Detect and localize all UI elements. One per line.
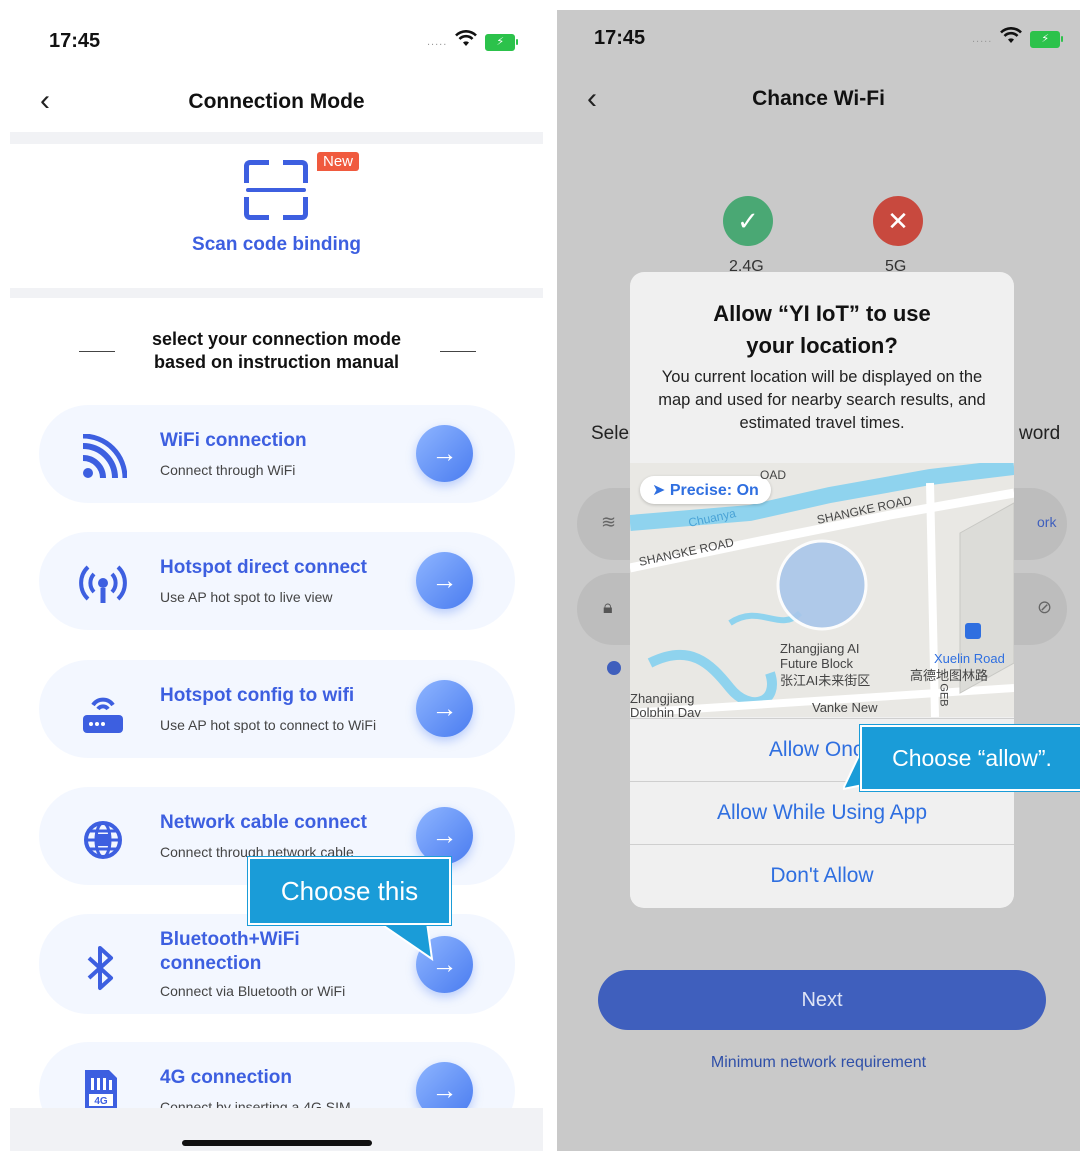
scan-frame-icon [244, 160, 308, 220]
instruction-callout: Choose “allow”. [860, 725, 1080, 791]
map-label: Vanke New [812, 700, 878, 715]
map-label: Dolphin Day [630, 705, 701, 717]
mode-title: Hotspot direct connect [160, 557, 367, 578]
signal-dots-icon: ..... [972, 33, 993, 45]
arrow-right-icon[interactable]: → [416, 680, 473, 737]
wifi-status-icon [455, 30, 478, 54]
arrow-right-icon[interactable]: → [416, 425, 473, 482]
divider [10, 132, 543, 144]
hotspot-icon [79, 561, 127, 605]
alert-title-line1: Allow “YI IoT” to use [713, 301, 931, 326]
globe-network-icon [79, 816, 123, 860]
instruction-callout: Choose this [248, 857, 451, 925]
svg-text:4G: 4G [94, 1096, 108, 1107]
bg-select-text: Sele [591, 423, 630, 444]
map-label: Zhangjiang [630, 691, 695, 706]
map-label: Future Block [780, 656, 853, 671]
status-time: 17:45 [49, 30, 101, 52]
mode-title-line1: Bluetooth+WiFi [160, 929, 300, 950]
sim-card-icon: 4G [79, 1066, 123, 1110]
mode-title: WiFi connection [160, 430, 307, 451]
mode-hotspot-direct[interactable]: Hotspot direct connect Use AP hot spot t… [39, 532, 515, 630]
status-icons: ..... ⚡ [972, 27, 1064, 51]
battery-icon: ⚡ [1030, 30, 1064, 48]
dont-allow-button[interactable]: Don't Allow [630, 844, 1014, 907]
wifi-status-icon [1000, 27, 1023, 51]
section-title-line1: select your connection mode [151, 329, 402, 349]
section-title-line2: based on instruction manual [153, 352, 400, 372]
mode-hotspot-config[interactable]: Hotspot config to wifi Use AP hot spot t… [39, 660, 515, 758]
next-button[interactable]: Next [598, 970, 1046, 1030]
mode-title: Bluetooth+WiFi connection [160, 928, 300, 976]
mode-subtitle: Use AP hot spot to live view [160, 589, 333, 605]
map-label: OAD [760, 468, 787, 482]
signal-dots-icon: ..... [427, 36, 448, 48]
min-network-link[interactable]: Minimum network requirement [557, 1054, 1080, 1072]
section-line-right [440, 351, 476, 352]
battery-icon: ⚡ [485, 33, 519, 51]
checkbox-icon[interactable] [607, 661, 621, 675]
bluetooth-icon [79, 944, 123, 990]
change-wifi-screen: 17:45 ..... ⚡ ‹ Chance Wi-Fi ✓ 2.4G ✕ 5G… [557, 10, 1080, 1151]
page-title: Chance Wi-Fi [752, 87, 885, 110]
precise-toggle[interactable]: ➤ Precise: On [640, 476, 771, 504]
status-icons: ..... ⚡ [427, 30, 519, 54]
page-title: Connection Mode [188, 90, 365, 113]
map-label: GEB [937, 683, 950, 707]
eye-hidden-icon[interactable]: ⊘ [1037, 597, 1052, 618]
arrow-right-icon[interactable]: → [416, 807, 473, 864]
mode-subtitle: Use AP hot spot to connect to WiFi [160, 717, 377, 733]
arrow-right-icon[interactable]: → [416, 552, 473, 609]
mode-subtitle: Connect via Bluetooth or WiFi [160, 983, 346, 999]
lock-icon: 🔒︎ [603, 597, 613, 617]
mode-bluetooth-wifi[interactable]: Bluetooth+WiFi connection Connect via Bl… [39, 914, 515, 1014]
new-badge: New [317, 152, 360, 171]
map-label: 张江AI未来街区 [780, 673, 871, 688]
connection-mode-screen: 17:45 ..... ⚡ ‹ Connection Mode New Scan… [10, 10, 543, 1151]
map-label: Zhangjiang AI [780, 641, 860, 656]
wifi-signal-icon [79, 433, 128, 479]
mode-title: Hotspot config to wifi [160, 685, 355, 706]
step-5g-cross-icon: ✕ [873, 196, 923, 246]
network-link[interactable]: ork [1037, 514, 1056, 530]
mode-title-line2: connection [160, 953, 262, 974]
bg-password-text: word [1019, 423, 1061, 444]
mode-wifi-connection[interactable]: WiFi connection Connect through WiFi → [39, 405, 515, 503]
mode-title: Network cable connect [160, 812, 367, 833]
alert-message: You current location will be displayed o… [658, 368, 986, 432]
home-indicator [182, 1140, 372, 1146]
mode-title: 4G connection [160, 1067, 292, 1088]
section-line-left [79, 351, 115, 352]
map-label: 高德地图林路 [910, 668, 989, 683]
divider [10, 288, 543, 298]
step-2-4g-check-icon: ✓ [723, 196, 773, 246]
mode-subtitle: Connect through WiFi [160, 462, 296, 478]
location-permission-alert: Allow “YI IoT” to use your location? You… [630, 272, 1014, 908]
wifi-field-icon: ≋ [601, 512, 617, 532]
scan-code-label: Scan code binding [192, 234, 361, 255]
location-map: ➤ Precise: On OAD SHANGKE ROAD SHANGKE R… [630, 463, 1014, 717]
map-label: Xuelin Road [934, 651, 1005, 666]
status-time: 17:45 [594, 27, 646, 49]
alert-title: Allow “YI IoT” to use your location? [630, 298, 1014, 362]
router-icon [79, 689, 123, 733]
alert-title-line2: your location? [746, 333, 898, 358]
